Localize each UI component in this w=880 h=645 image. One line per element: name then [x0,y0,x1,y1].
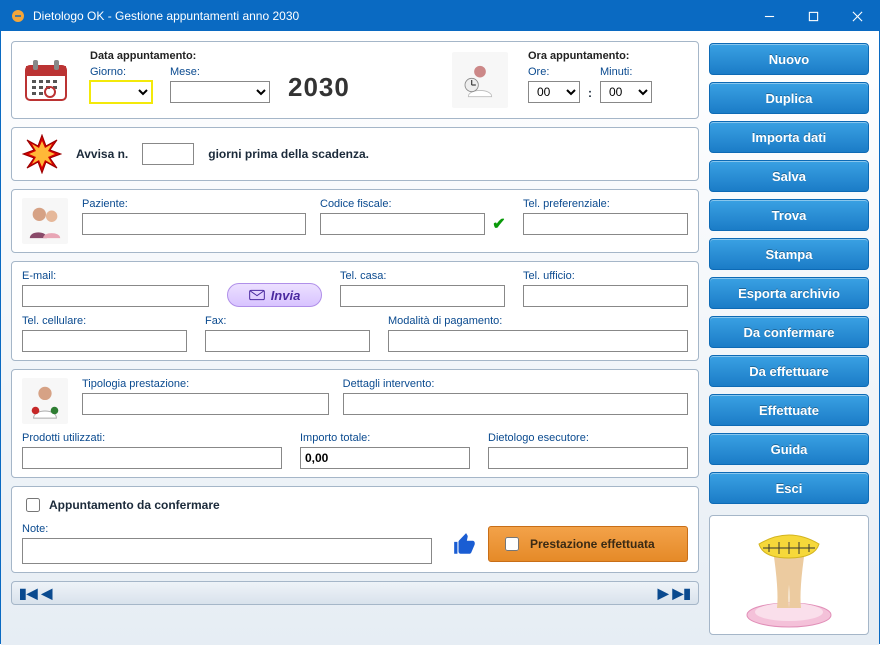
executor-input[interactable] [488,447,688,469]
effettuate-button[interactable]: Effettuate [709,394,869,426]
calendar-icon [22,56,70,104]
dietologist-image [22,378,68,424]
fax-label: Fax: [205,315,370,327]
send-email-button[interactable]: Invia [227,283,322,307]
service-panel: Tipologia prestazione: Dettagli interven… [11,369,699,478]
detail-input[interactable] [343,393,688,415]
day-select[interactable] [90,81,152,103]
confirm-label: Appuntamento da confermare [49,498,220,512]
pref-tel-label: Tel. preferenziale: [523,198,688,210]
window-title: Dietologo OK - Gestione appuntamenti ann… [33,9,747,23]
patient-image [22,198,68,244]
app-icon [9,7,27,25]
check-icon[interactable]: ✔ [489,214,509,234]
month-label: Mese: [170,66,270,78]
nuovo-button[interactable]: Nuovo [709,43,869,75]
minute-select[interactable]: 00 [600,81,652,103]
done-label: Prestazione effettuata [530,537,655,551]
contacts-panel: E-mail: Invia Tel. casa: Tel. ufficio: [11,261,699,361]
tel-uff-input[interactable] [523,285,688,307]
type-input[interactable] [82,393,329,415]
footer-panel: Appuntamento da confermare Note: Prestaz… [11,486,699,573]
salva-button[interactable]: Salva [709,160,869,192]
tel-cell-label: Tel. cellulare: [22,315,187,327]
nav-first-button[interactable]: ▮◀ [18,585,38,602]
hour-label: Ore: [528,66,580,78]
date-time-panel: Data appuntamento: Giorno: Mese: 2030 [11,41,699,119]
duplica-button[interactable]: Duplica [709,82,869,114]
maximize-button[interactable] [791,1,835,31]
year-value: 2030 [288,72,350,103]
minimize-button[interactable] [747,1,791,31]
products-label: Prodotti utilizzati: [22,432,282,444]
email-input[interactable] [22,285,209,307]
tel-uff-label: Tel. ufficio: [523,270,688,282]
record-nav-bar: ▮◀ ◀ ▶ ▶▮ [11,581,699,605]
send-email-label: Invia [271,288,301,303]
doctor-clock-image [452,52,508,108]
alert-prefix: Avvisa n. [76,147,128,161]
tel-cell-input[interactable] [22,330,187,352]
fax-input[interactable] [205,330,370,352]
nav-next-button[interactable]: ▶ [657,585,670,602]
done-box[interactable]: Prestazione effettuata [488,526,688,562]
note-label: Note: [22,523,432,535]
esporta-button[interactable]: Esporta archivio [709,277,869,309]
nav-last-button[interactable]: ▶▮ [672,585,692,602]
fiscal-input[interactable] [320,213,485,235]
hour-select[interactable]: 00 [528,81,580,103]
pay-input[interactable] [388,330,688,352]
pref-tel-input[interactable] [523,213,688,235]
fiscal-label: Codice fiscale: [320,198,509,210]
titlebar: Dietologo OK - Gestione appuntamenti ann… [1,1,879,31]
amount-input[interactable] [300,447,470,469]
type-label: Tipologia prestazione: [82,378,329,390]
nav-prev-button[interactable]: ◀ [40,585,53,602]
detail-label: Dettagli intervento: [343,378,688,390]
products-input[interactable] [22,447,282,469]
done-checkbox[interactable] [505,537,519,551]
da-effettuare-button[interactable]: Da effettuare [709,355,869,387]
time-header: Ora appuntamento: [528,50,688,62]
guida-button[interactable]: Guida [709,433,869,465]
patient-panel: Paziente: Codice fiscale: ✔ Tel. prefere… [11,189,699,253]
burst-icon [22,134,62,174]
da-confermare-button[interactable]: Da confermare [709,316,869,348]
alert-suffix: giorni prima della scadenza. [208,147,369,161]
day-label: Giorno: [90,66,152,78]
month-select[interactable] [170,81,270,103]
tel-casa-label: Tel. casa: [340,270,505,282]
time-separator: : [588,86,592,103]
pay-label: Modalità di pagamento: [388,315,688,327]
date-header: Data appuntamento: [90,50,432,62]
side-image [709,515,869,635]
note-input[interactable] [22,538,432,564]
trova-button[interactable]: Trova [709,199,869,231]
thumbs-up-icon [450,529,480,559]
stampa-button[interactable]: Stampa [709,238,869,270]
executor-label: Dietologo esecutore: [488,432,688,444]
tel-casa-input[interactable] [340,285,505,307]
email-label: E-mail: [22,270,209,282]
esci-button[interactable]: Esci [709,472,869,504]
alert-panel: Avvisa n. giorni prima della scadenza. [11,127,699,181]
close-button[interactable] [835,1,879,31]
importa-button[interactable]: Importa dati [709,121,869,153]
alert-days-input[interactable] [142,143,194,165]
confirm-checkbox[interactable] [26,498,40,512]
patient-label: Paziente: [82,198,306,210]
minute-label: Minuti: [600,66,652,78]
envelope-icon [249,289,265,301]
patient-input[interactable] [82,213,306,235]
amount-label: Importo totale: [300,432,470,444]
